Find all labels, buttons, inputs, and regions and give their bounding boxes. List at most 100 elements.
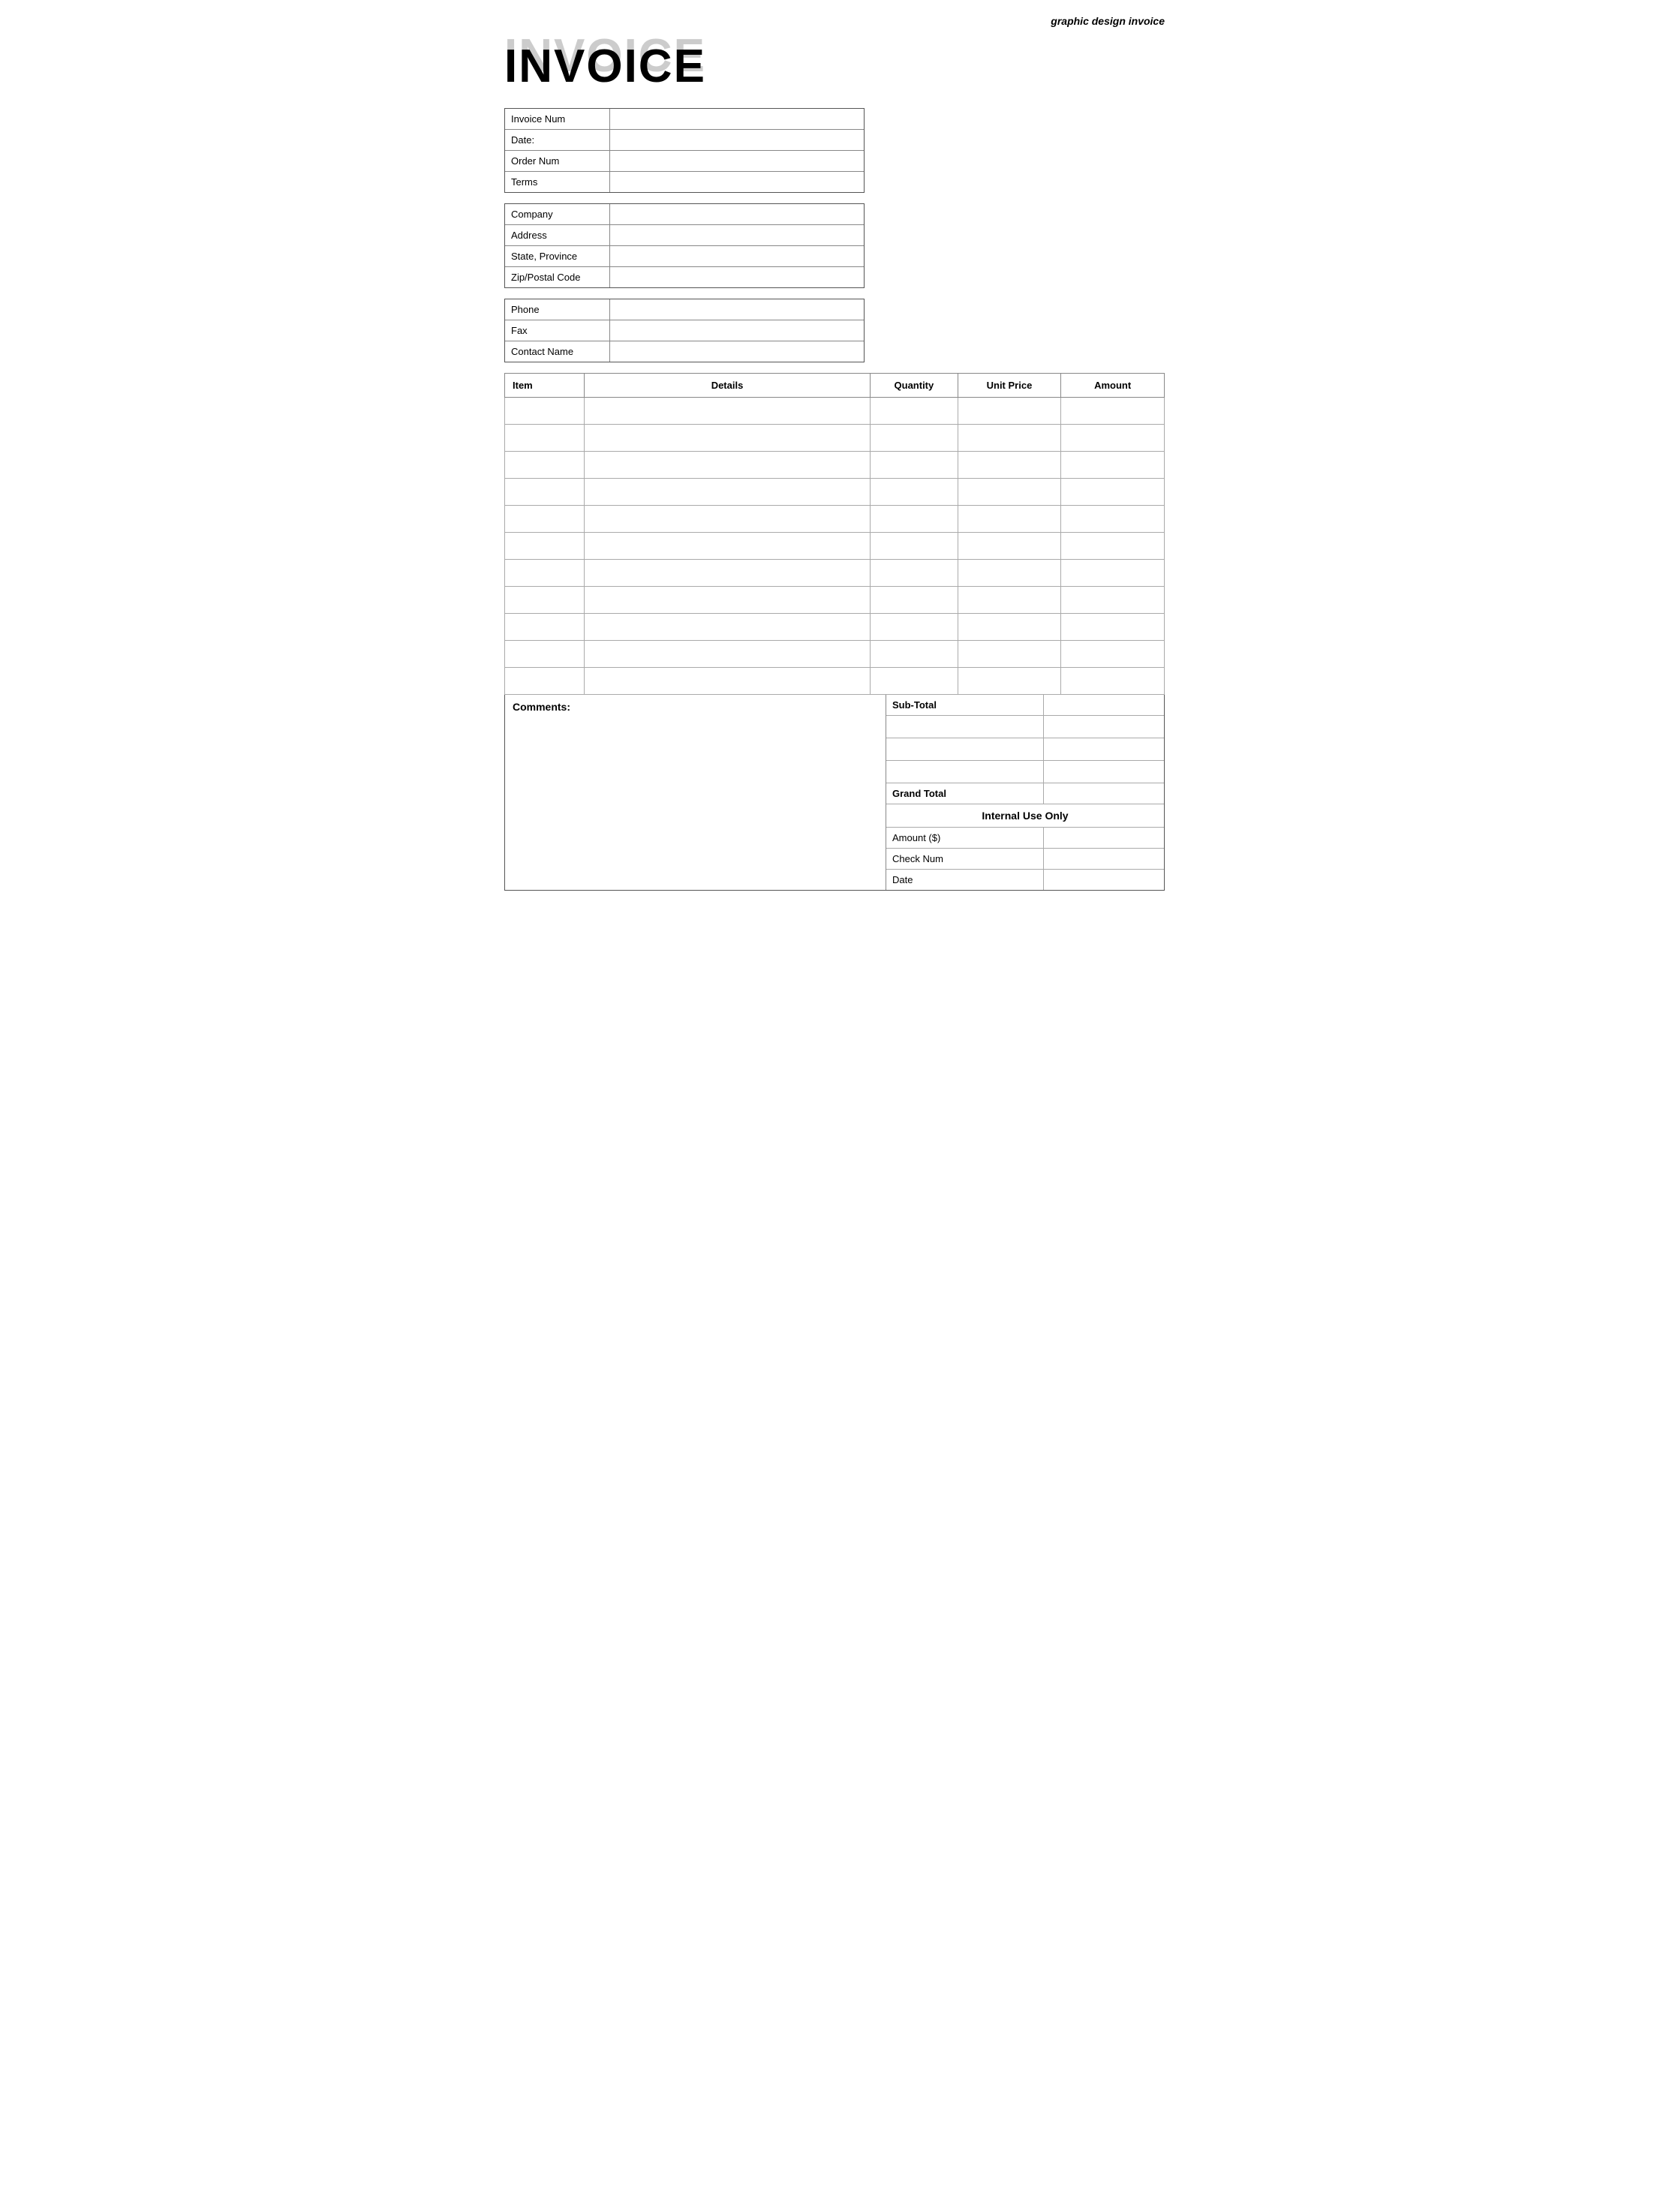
check-num-value[interactable]: [1044, 849, 1164, 869]
amount-cell-7[interactable]: [1061, 587, 1165, 614]
item-cell-7[interactable]: [505, 587, 585, 614]
check-num-row: Check Num: [886, 849, 1164, 870]
table-row: [505, 668, 1165, 695]
details-cell-2[interactable]: [584, 452, 870, 479]
qty-cell-5[interactable]: [871, 533, 958, 560]
unit-price-cell-2[interactable]: [958, 452, 1061, 479]
amount-cell-6[interactable]: [1061, 560, 1165, 587]
item-cell-5[interactable]: [505, 533, 585, 560]
zip-value[interactable]: [610, 267, 864, 287]
unit-price-cell-0[interactable]: [958, 398, 1061, 425]
detail-date-value[interactable]: [1044, 870, 1164, 890]
terms-row: Terms: [505, 172, 864, 192]
qty-cell-6[interactable]: [871, 560, 958, 587]
address-value[interactable]: [610, 225, 864, 245]
amount-dollar-label: Amount ($): [886, 828, 1044, 848]
grand-total-value[interactable]: [1044, 783, 1164, 804]
table-row: [505, 614, 1165, 641]
amount-cell-4[interactable]: [1061, 506, 1165, 533]
qty-cell-8[interactable]: [871, 614, 958, 641]
details-cell-0[interactable]: [584, 398, 870, 425]
qty-cell-4[interactable]: [871, 506, 958, 533]
details-cell-1[interactable]: [584, 425, 870, 452]
unit-price-cell-7[interactable]: [958, 587, 1061, 614]
contact-info-section: Phone Fax Contact Name: [504, 299, 865, 362]
amount-cell-8[interactable]: [1061, 614, 1165, 641]
qty-cell-2[interactable]: [871, 452, 958, 479]
company-value[interactable]: [610, 204, 864, 224]
qty-cell-9[interactable]: [871, 641, 958, 668]
totals-area: Sub-Total Grand Total Internal Use Only …: [886, 695, 1164, 890]
details-cell-8[interactable]: [584, 614, 870, 641]
totals-empty-row-3: [886, 761, 1164, 783]
bottom-section: Comments: Sub-Total Grand Total Internal…: [504, 695, 1165, 891]
details-cell-6[interactable]: [584, 560, 870, 587]
fax-value[interactable]: [610, 320, 864, 341]
amount-cell-5[interactable]: [1061, 533, 1165, 560]
unit-price-cell-4[interactable]: [958, 506, 1061, 533]
date-value[interactable]: [610, 130, 864, 150]
amount-cell-1[interactable]: [1061, 425, 1165, 452]
internal-use-row: Internal Use Only: [886, 804, 1164, 828]
amount-cell-0[interactable]: [1061, 398, 1165, 425]
amount-dollar-value[interactable]: [1044, 828, 1164, 848]
contact-name-value[interactable]: [610, 341, 864, 362]
unit-price-cell-10[interactable]: [958, 668, 1061, 695]
order-num-value[interactable]: [610, 151, 864, 171]
amount-cell-10[interactable]: [1061, 668, 1165, 695]
details-cell-9[interactable]: [584, 641, 870, 668]
detail-date-label: Date: [886, 870, 1044, 890]
qty-cell-7[interactable]: [871, 587, 958, 614]
unit-price-cell-3[interactable]: [958, 479, 1061, 506]
details-cell-7[interactable]: [584, 587, 870, 614]
unit-price-cell-9[interactable]: [958, 641, 1061, 668]
qty-cell-3[interactable]: [871, 479, 958, 506]
order-num-row: Order Num: [505, 151, 864, 172]
amount-cell-2[interactable]: [1061, 452, 1165, 479]
item-cell-4[interactable]: [505, 506, 585, 533]
details-cell-3[interactable]: [584, 479, 870, 506]
item-cell-2[interactable]: [505, 452, 585, 479]
state-province-label: State, Province: [505, 246, 610, 266]
amount-cell-3[interactable]: [1061, 479, 1165, 506]
invoice-num-value[interactable]: [610, 109, 864, 129]
item-cell-3[interactable]: [505, 479, 585, 506]
table-row: [505, 398, 1165, 425]
terms-value[interactable]: [610, 172, 864, 192]
totals-empty-value-1[interactable]: [1044, 716, 1164, 738]
unit-price-cell-5[interactable]: [958, 533, 1061, 560]
subtotal-value[interactable]: [1044, 695, 1164, 715]
state-province-value[interactable]: [610, 246, 864, 266]
invoice-title-main: INVOICE: [504, 44, 706, 90]
item-cell-0[interactable]: [505, 398, 585, 425]
totals-empty-value-2[interactable]: [1044, 738, 1164, 760]
item-cell-8[interactable]: [505, 614, 585, 641]
qty-cell-0[interactable]: [871, 398, 958, 425]
details-cell-4[interactable]: [584, 506, 870, 533]
details-cell-10[interactable]: [584, 668, 870, 695]
details-cell-5[interactable]: [584, 533, 870, 560]
invoice-num-row: Invoice Num: [505, 109, 864, 130]
item-cell-1[interactable]: [505, 425, 585, 452]
subtotal-row: Sub-Total: [886, 695, 1164, 716]
unit-price-header: Unit Price: [958, 374, 1061, 398]
totals-empty-row-1: [886, 716, 1164, 738]
item-cell-10[interactable]: [505, 668, 585, 695]
totals-empty-value-3[interactable]: [1044, 761, 1164, 783]
table-row: [505, 425, 1165, 452]
unit-price-cell-1[interactable]: [958, 425, 1061, 452]
totals-empty-label-3: [886, 761, 1044, 783]
unit-price-cell-6[interactable]: [958, 560, 1061, 587]
qty-cell-1[interactable]: [871, 425, 958, 452]
unit-price-cell-8[interactable]: [958, 614, 1061, 641]
grand-total-row: Grand Total: [886, 783, 1164, 804]
qty-cell-10[interactable]: [871, 668, 958, 695]
totals-empty-row-2: [886, 738, 1164, 761]
amount-cell-9[interactable]: [1061, 641, 1165, 668]
phone-value[interactable]: [610, 299, 864, 320]
item-cell-9[interactable]: [505, 641, 585, 668]
comments-label: Comments:: [513, 701, 878, 713]
fax-row: Fax: [505, 320, 864, 341]
item-cell-6[interactable]: [505, 560, 585, 587]
quantity-header: Quantity: [871, 374, 958, 398]
